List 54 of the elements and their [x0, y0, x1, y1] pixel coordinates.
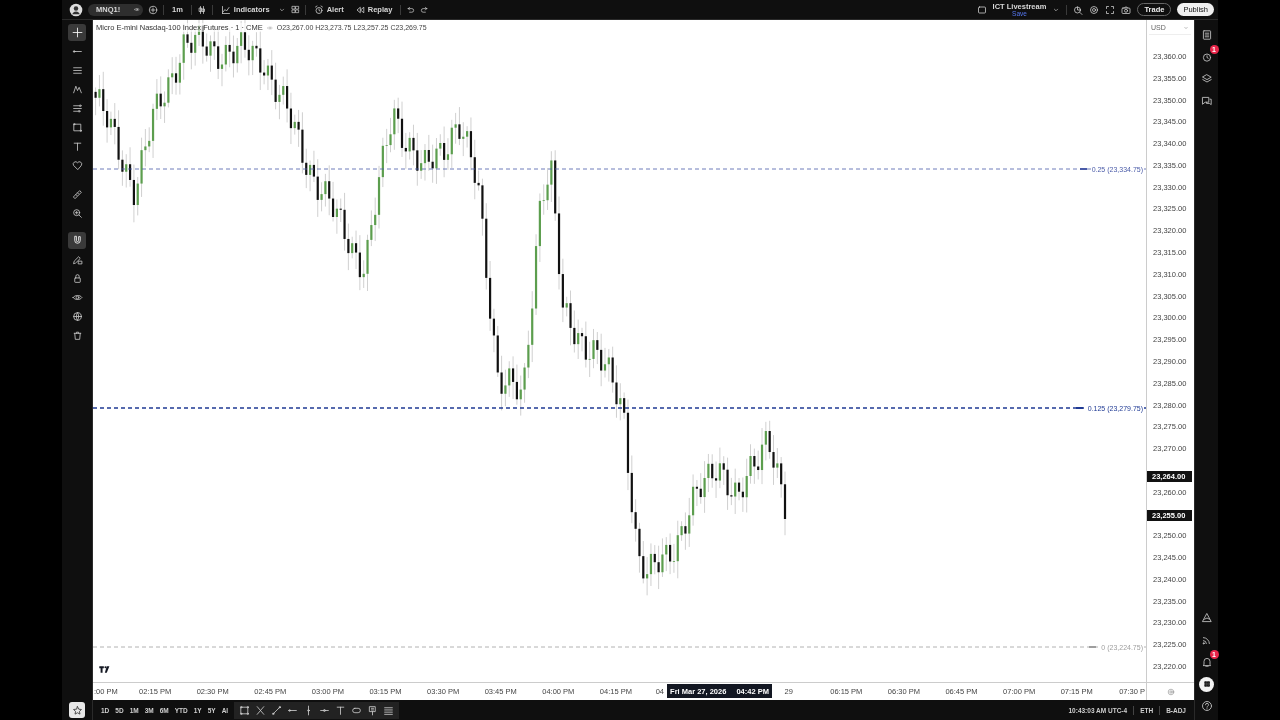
- zoom-in-icon: [71, 208, 83, 219]
- redo-icon[interactable]: [420, 5, 430, 14]
- tool-button[interactable]: [68, 24, 86, 41]
- layout-grid-icon[interactable]: [290, 5, 300, 14]
- ruler-icon: [71, 189, 83, 200]
- crosshair-icon: [71, 27, 83, 38]
- avatar-icon[interactable]: [69, 2, 83, 17]
- target-icon[interactable]: [1089, 4, 1100, 15]
- rectangle-icon[interactable]: [239, 704, 251, 716]
- magnet-icon: [71, 235, 83, 246]
- layers-icon[interactable]: [1200, 73, 1213, 85]
- level-handle[interactable]: [1079, 168, 1087, 170]
- chat-icon[interactable]: [1200, 95, 1213, 107]
- trash-icon: [71, 330, 83, 341]
- help-icon[interactable]: [1200, 700, 1213, 712]
- square-icon[interactable]: [976, 4, 987, 15]
- level-line[interactable]: [93, 168, 1146, 170]
- add-icon[interactable]: [148, 4, 158, 15]
- candles-icon[interactable]: [196, 4, 207, 15]
- caret-icon: [1183, 24, 1189, 31]
- bell-icon[interactable]: [1200, 656, 1213, 668]
- globe-icon: [71, 311, 83, 322]
- logo-icon: [98, 663, 111, 676]
- fullscreen-icon[interactable]: [1105, 4, 1116, 15]
- pencil-lock-icon: [71, 254, 83, 265]
- lock-icon: [71, 273, 83, 284]
- diagonal-line-icon[interactable]: [271, 704, 283, 716]
- zigzag-icon: [71, 84, 83, 95]
- pie-chart-search-icon[interactable]: [1073, 4, 1084, 15]
- alarm-clock-icon: [313, 4, 324, 15]
- signal-icon[interactable]: [1200, 634, 1213, 646]
- undo-icon[interactable]: [406, 5, 416, 14]
- heart-icon: [71, 160, 83, 171]
- alarm-clock-icon[interactable]: [1200, 51, 1213, 63]
- pin-icon[interactable]: [367, 704, 379, 716]
- level-line[interactable]: [93, 407, 1146, 409]
- level-handle[interactable]: [1075, 407, 1083, 409]
- rewind-icon: [354, 4, 365, 15]
- text-icon: [71, 141, 83, 152]
- level-handle[interactable]: [1089, 646, 1097, 648]
- favorites-button[interactable]: [69, 702, 85, 718]
- lines-with-dots-icon: [71, 103, 83, 114]
- line-chart-icon: [220, 4, 231, 15]
- apps-button[interactable]: [1199, 676, 1214, 692]
- list-icon[interactable]: [1200, 29, 1213, 41]
- three-lines-icon: [71, 65, 83, 76]
- stacked-lines-icon[interactable]: [383, 704, 395, 716]
- x-shape-icon[interactable]: [255, 704, 267, 716]
- square-icon: [71, 122, 83, 133]
- tool-button[interactable]: [68, 232, 86, 249]
- star-icon: [71, 704, 83, 716]
- camera-icon[interactable]: [1121, 4, 1132, 15]
- text-icon[interactable]: [335, 704, 347, 716]
- triangle-icon[interactable]: [1200, 612, 1213, 624]
